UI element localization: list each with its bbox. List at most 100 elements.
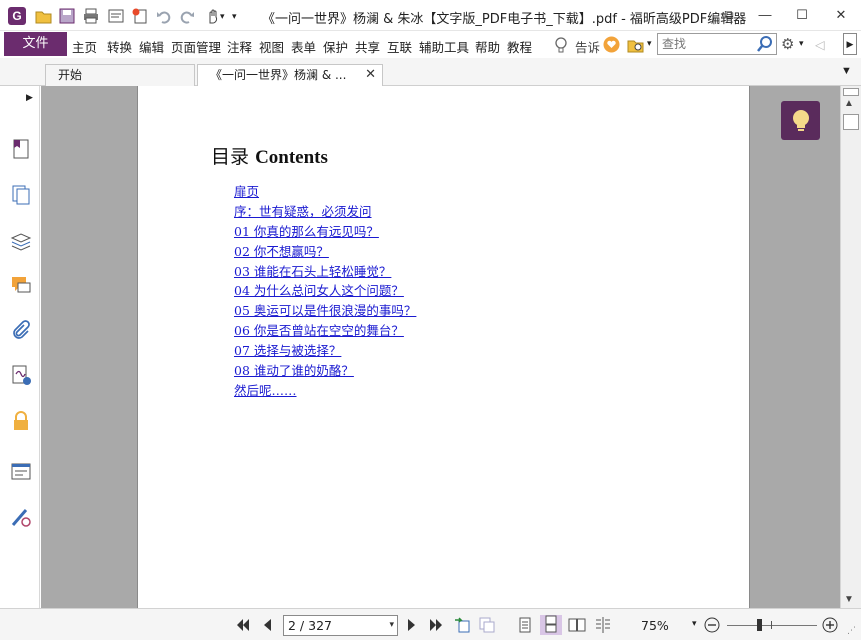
pdf-page: 目录 Contents 扉页 序：世有疑惑，必须发问 01 你真的那么有远见吗？… <box>137 86 750 608</box>
menu-tutorial[interactable]: 教程 <box>507 37 532 56</box>
toc-link[interactable]: 然后呢…… <box>234 383 297 398</box>
last-page-icon[interactable] <box>427 616 445 634</box>
certificate-pen-icon[interactable] <box>10 506 32 528</box>
search-field[interactable] <box>657 33 777 55</box>
toc-link[interactable]: 06 你是否曾站在空空的舞台？ <box>234 323 404 338</box>
redo-icon[interactable] <box>178 7 196 25</box>
continuous-facing-view-icon[interactable] <box>594 616 612 634</box>
scrollbar-thumb[interactable] <box>843 114 859 130</box>
toc-link[interactable]: 02 你不想赢吗？ <box>234 244 329 259</box>
bookmark-panel-icon[interactable] <box>10 138 32 160</box>
zoom-level[interactable]: 75% <box>641 618 669 633</box>
next-view-icon[interactable] <box>478 616 496 634</box>
search-input[interactable] <box>658 34 754 54</box>
settings-gear-icon[interactable]: ⚙ <box>781 35 794 53</box>
scrollbar-split-handle[interactable] <box>843 88 859 96</box>
customize-toolbar-icon[interactable]: ▾ <box>232 7 242 25</box>
feedback-heart-icon[interactable] <box>603 36 620 53</box>
properties-icon[interactable] <box>107 7 125 25</box>
find-folder-icon[interactable] <box>627 36 645 54</box>
close-icon[interactable]: ✕ <box>365 65 376 85</box>
page-number-field[interactable]: 2 / 327 ▾ <box>283 615 398 636</box>
attachments-paperclip-icon[interactable] <box>10 320 32 342</box>
open-icon[interactable] <box>35 7 53 25</box>
search-icon[interactable] <box>756 35 774 53</box>
lightbulb-icon <box>793 110 809 131</box>
title-bar: G ▾ ▾ 《一问一世界》杨澜 & 朱冰【文字版_PDF电子书_下载】.pdf … <box>0 0 861 31</box>
menu-accessibility[interactable]: 辅助工具 <box>419 37 469 56</box>
previous-page-icon[interactable] <box>259 616 277 634</box>
toc-link[interactable]: 01 你真的那么有远见吗？ <box>234 224 379 239</box>
comments-panel-icon[interactable] <box>10 274 32 296</box>
tell-me-label[interactable]: 告诉 <box>575 37 600 56</box>
ribbon-scroll-left-icon[interactable]: ◁ <box>815 37 825 52</box>
ribbon-scroll-right-icon[interactable]: ▶ <box>843 33 857 55</box>
file-menu-button[interactable]: 文件 <box>4 32 67 56</box>
menu-home[interactable]: 主页 <box>72 37 97 56</box>
toc-link[interactable]: 08 谁动了谁的奶酪？ <box>234 363 354 378</box>
tab-start[interactable]: 开始 <box>45 64 195 86</box>
settings-dropdown-icon[interactable]: ▾ <box>799 39 804 49</box>
scroll-up-icon[interactable]: ▲ <box>844 98 854 109</box>
menu-edit[interactable]: 编辑 <box>139 37 164 56</box>
find-dropdown-icon[interactable]: ▾ <box>647 39 652 49</box>
app-logo-icon[interactable]: G <box>8 7 26 25</box>
resize-grip-icon[interactable]: ⋰ <box>847 625 856 636</box>
toc-link[interactable]: 07 选择与被选择？ <box>234 343 341 358</box>
tab-list-dropdown-icon[interactable]: ▼ <box>841 65 852 77</box>
toc-link[interactable]: 05 奥运可以是件很浪漫的事吗？ <box>234 303 416 318</box>
tab-label: 《一问一世界》杨澜 & ... <box>210 68 347 82</box>
toc-link[interactable]: 序：世有疑惑，必须发问 <box>234 204 372 219</box>
zoom-in-icon[interactable] <box>821 616 839 634</box>
print-icon[interactable] <box>82 7 100 25</box>
hand-tool-dropdown-icon[interactable]: ▾ <box>220 7 230 25</box>
first-page-icon[interactable] <box>234 616 252 634</box>
menu-comment[interactable]: 注释 <box>227 37 252 56</box>
scroll-down-icon[interactable]: ▼ <box>844 594 854 605</box>
zoom-dropdown-icon[interactable]: ▾ <box>692 618 697 629</box>
zoom-slider-tick <box>771 621 772 629</box>
document-viewport[interactable]: 目录 Contents 扉页 序：世有疑惑，必须发问 01 你真的那么有远见吗？… <box>41 86 840 608</box>
close-window-button[interactable]: ✕ <box>826 4 856 26</box>
tab-document[interactable]: 《一问一世界》杨澜 & ... ✕ <box>197 64 383 87</box>
expand-panel-icon[interactable]: ▶ <box>26 92 33 103</box>
page-dropdown-icon[interactable]: ▾ <box>389 616 394 635</box>
zoom-out-icon[interactable] <box>703 616 721 634</box>
page-thumbnails-icon[interactable] <box>10 184 32 206</box>
form-fields-icon[interactable] <box>10 460 32 482</box>
undo-icon[interactable] <box>155 7 173 25</box>
facing-view-icon[interactable] <box>568 616 586 634</box>
list-item: 03 谁能在石头上轻松睡觉？ <box>234 263 416 283</box>
menu-page-management[interactable]: 页面管理 <box>171 37 221 56</box>
vertical-scrollbar[interactable]: ▲ ▼ <box>840 86 861 608</box>
security-lock-icon[interactable] <box>10 410 32 432</box>
maximize-button[interactable]: ☐ <box>787 4 817 26</box>
menu-protect[interactable]: 保护 <box>323 37 348 56</box>
continuous-view-icon[interactable] <box>540 615 562 635</box>
menu-view[interactable]: 视图 <box>259 37 284 56</box>
menu-share[interactable]: 共享 <box>355 37 380 56</box>
layers-icon[interactable] <box>10 230 32 252</box>
ribbon-display-button[interactable]: ⧉ <box>714 4 744 26</box>
toc-link[interactable]: 扉页 <box>234 184 259 199</box>
tips-lightbulb-button[interactable] <box>781 101 820 140</box>
new-document-icon[interactable] <box>131 7 149 25</box>
previous-view-icon[interactable] <box>453 616 471 634</box>
zoom-slider-track[interactable] <box>727 625 817 626</box>
next-page-icon[interactable] <box>402 616 420 634</box>
list-item: 07 选择与被选择？ <box>234 342 416 362</box>
signature-panel-icon[interactable] <box>10 364 32 386</box>
toc-heading-cn: 目录 <box>211 146 250 168</box>
lightbulb-icon[interactable] <box>553 36 569 54</box>
minimize-button[interactable]: — <box>750 4 780 26</box>
menu-help[interactable]: 帮助 <box>475 37 500 56</box>
save-icon[interactable] <box>58 7 76 25</box>
list-item: 02 你不想赢吗？ <box>234 243 416 263</box>
menu-form[interactable]: 表单 <box>291 37 316 56</box>
menu-connect[interactable]: 互联 <box>387 37 412 56</box>
zoom-slider-thumb[interactable] <box>757 619 762 631</box>
toc-link[interactable]: 03 谁能在石头上轻松睡觉？ <box>234 264 391 279</box>
toc-link[interactable]: 04 为什么总问女人这个问题？ <box>234 283 404 298</box>
single-page-view-icon[interactable] <box>516 616 534 634</box>
menu-convert[interactable]: 转换 <box>107 37 132 56</box>
